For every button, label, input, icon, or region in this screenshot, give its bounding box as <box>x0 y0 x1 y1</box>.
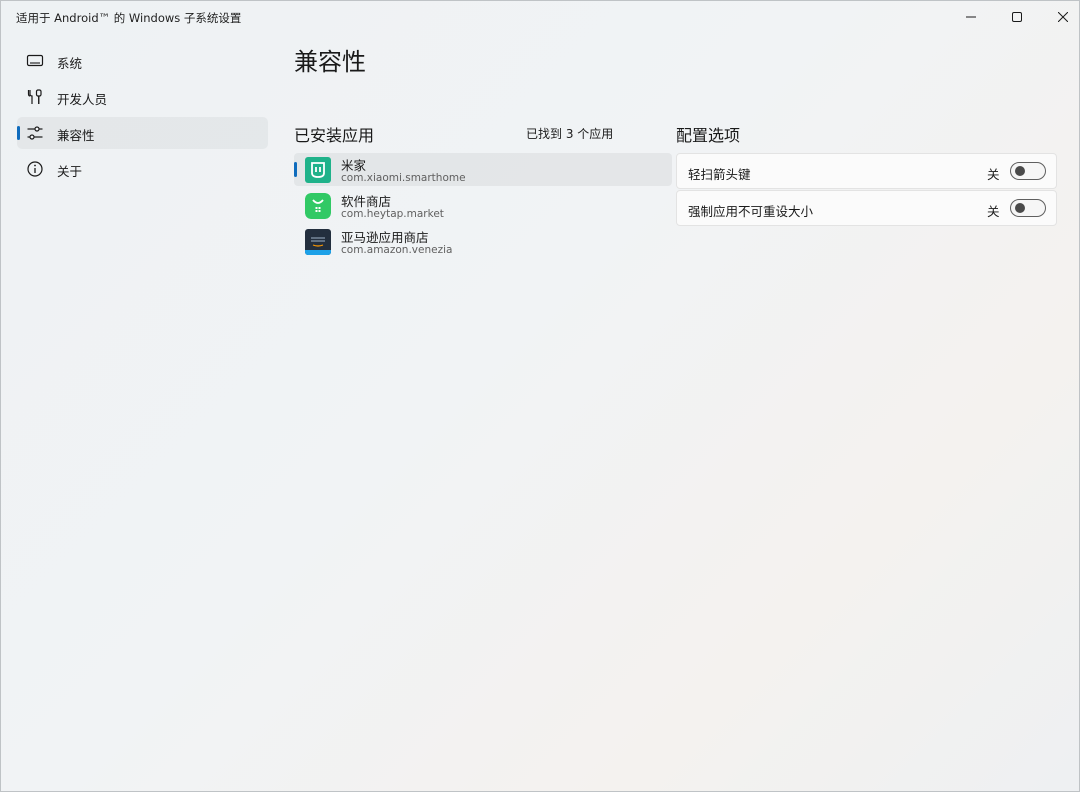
sidebar-item-compatibility[interactable]: 兼容性 <box>17 117 268 149</box>
tools-icon <box>26 88 44 106</box>
config-options-heading: 配置选项 <box>676 126 741 145</box>
info-icon <box>26 160 44 178</box>
laptop-icon <box>26 52 44 70</box>
app-item-mijia[interactable]: 米家 com.xiaomi.smarthome <box>294 153 672 186</box>
maximize-button[interactable] <box>994 1 1040 33</box>
app-package: com.xiaomi.smarthome <box>341 172 466 184</box>
swipe-arrow-keys-toggle[interactable] <box>1010 162 1046 180</box>
app-item-store[interactable]: 软件商店 com.heytap.market <box>294 189 672 222</box>
force-non-resizable-toggle[interactable] <box>1010 199 1046 217</box>
maximize-icon <box>1012 12 1022 22</box>
page-title: 兼容性 <box>294 48 366 76</box>
toggle-state-label: 关 <box>987 167 1000 182</box>
sidebar-item-label: 开发人员 <box>57 92 108 107</box>
selected-indicator <box>17 126 20 140</box>
app-package: com.heytap.market <box>341 208 444 220</box>
option-label: 轻扫箭头键 <box>688 167 751 182</box>
title-bar: 适用于 Android™ 的 Windows 子系统设置 <box>1 1 1079 33</box>
toggle-knob <box>1015 166 1025 176</box>
window-title: 适用于 Android™ 的 Windows 子系统设置 <box>16 11 242 25</box>
close-icon <box>1058 12 1068 22</box>
sidebar-item-system[interactable]: 系统 <box>17 45 268 77</box>
store-app-icon <box>305 193 331 219</box>
sidebar-item-about[interactable]: 关于 <box>17 153 268 185</box>
sidebar-item-label: 系统 <box>57 56 83 71</box>
option-label: 强制应用不可重设大小 <box>688 204 814 219</box>
amazon-appstore-icon <box>305 229 331 255</box>
found-count: 已找到 3 个应用 <box>526 127 614 141</box>
app-package: com.amazon.venezia <box>341 244 453 256</box>
selected-indicator <box>294 162 297 177</box>
sliders-icon <box>26 124 44 142</box>
sidebar-item-label: 兼容性 <box>57 128 95 143</box>
mijia-app-icon <box>305 157 331 183</box>
app-item-amazon[interactable]: 亚马逊应用商店 com.amazon.venezia <box>294 225 672 258</box>
sidebar-item-developer[interactable]: 开发人员 <box>17 81 268 113</box>
minimize-button[interactable] <box>948 1 994 33</box>
toggle-knob <box>1015 203 1025 213</box>
option-force-non-resizable: 强制应用不可重设大小 关 <box>676 190 1057 226</box>
minimize-icon <box>966 16 976 18</box>
option-swipe-arrow-keys: 轻扫箭头键 关 <box>676 153 1057 189</box>
toggle-state-label: 关 <box>987 204 1000 219</box>
sidebar-item-label: 关于 <box>57 164 83 179</box>
close-button[interactable] <box>1040 1 1080 33</box>
installed-apps-heading: 已安装应用 <box>294 126 375 145</box>
